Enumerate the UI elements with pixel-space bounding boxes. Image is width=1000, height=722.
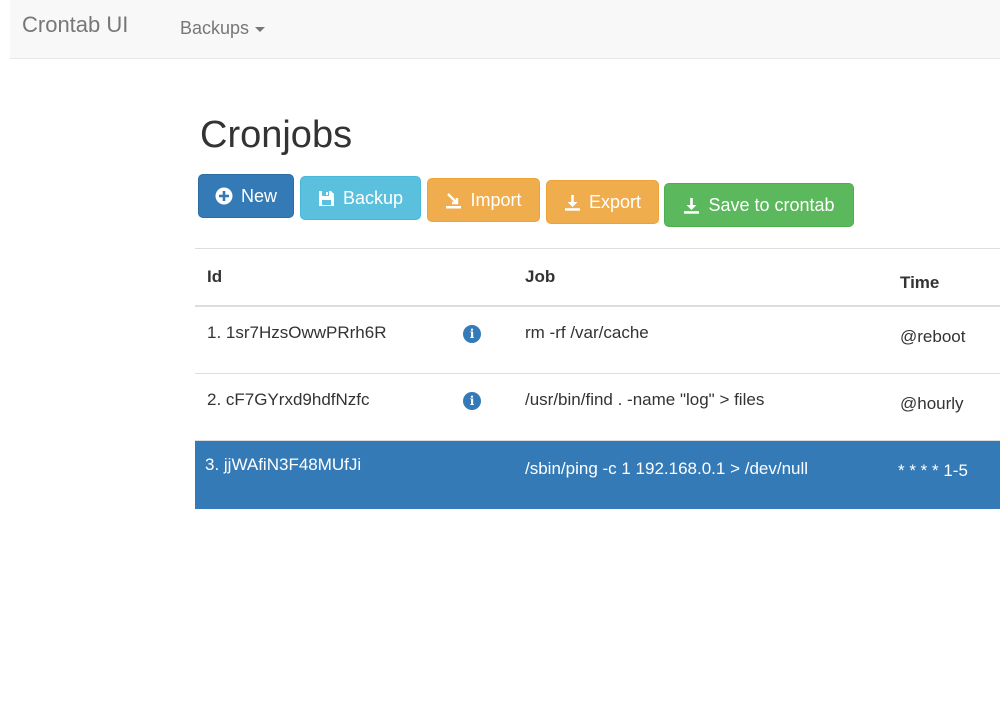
save-to-crontab-button[interactable]: Save to crontab xyxy=(664,183,854,227)
table-row-selected[interactable]: 3. jjWAfiN3F48MUfJi /sbin/ping -c 1 192.… xyxy=(195,441,1000,509)
download-icon xyxy=(564,194,581,211)
import-button[interactable]: Import xyxy=(427,178,540,222)
caret-down-icon xyxy=(255,26,266,32)
row-job: rm -rf /var/cache xyxy=(525,323,649,342)
import-icon xyxy=(445,192,462,209)
cronjobs-table: Id Job Time 1. 1sr7HzsOwwPRrh6R i rm -rf… xyxy=(195,248,1000,509)
backups-dropdown[interactable]: Backups xyxy=(180,18,266,39)
backups-dropdown-label: Backups xyxy=(180,18,250,38)
backup-button[interactable]: Backup xyxy=(300,176,421,220)
new-button[interactable]: New xyxy=(198,174,294,218)
column-header-time: Time xyxy=(900,273,940,292)
export-button[interactable]: Export xyxy=(546,180,659,224)
info-icon[interactable]: i xyxy=(463,392,481,410)
navbar: Crontab UI Backups xyxy=(10,0,1000,59)
row-id: 2. cF7GYrxd9hdfNzfc xyxy=(207,390,370,409)
info-icon[interactable]: i xyxy=(463,325,481,343)
download-icon xyxy=(683,197,700,214)
new-button-label: New xyxy=(240,185,277,206)
import-button-label: Import xyxy=(470,189,522,210)
row-time: @hourly xyxy=(900,394,964,413)
page-title: Cronjobs xyxy=(200,114,353,156)
floppy-disk-icon xyxy=(318,190,335,207)
brand-link[interactable]: Crontab UI xyxy=(22,12,128,38)
row-id: 1. 1sr7HzsOwwPRrh6R xyxy=(207,323,387,342)
row-time: * * * * 1-5 xyxy=(898,461,968,480)
backup-button-label: Backup xyxy=(342,187,404,208)
row-id: 3. jjWAfiN3F48MUfJi xyxy=(205,455,362,474)
table-row[interactable]: 1. 1sr7HzsOwwPRrh6R i rm -rf /var/cache … xyxy=(195,307,1000,374)
row-job: /usr/bin/find . -name "log" > files xyxy=(525,390,765,409)
row-time: @reboot xyxy=(900,327,966,346)
plus-circle-icon xyxy=(215,187,233,205)
table-header: Id Job Time xyxy=(195,248,1000,307)
save-to-crontab-button-label: Save to crontab xyxy=(708,194,835,215)
export-button-label: Export xyxy=(588,191,642,212)
column-header-job: Job xyxy=(525,267,556,286)
table-row[interactable]: 2. cF7GYrxd9hdfNzfc i /usr/bin/find . -n… xyxy=(195,374,1000,441)
column-header-id: Id xyxy=(207,267,223,286)
row-job: /sbin/ping -c 1 192.168.0.1 > /dev/null xyxy=(525,459,809,478)
